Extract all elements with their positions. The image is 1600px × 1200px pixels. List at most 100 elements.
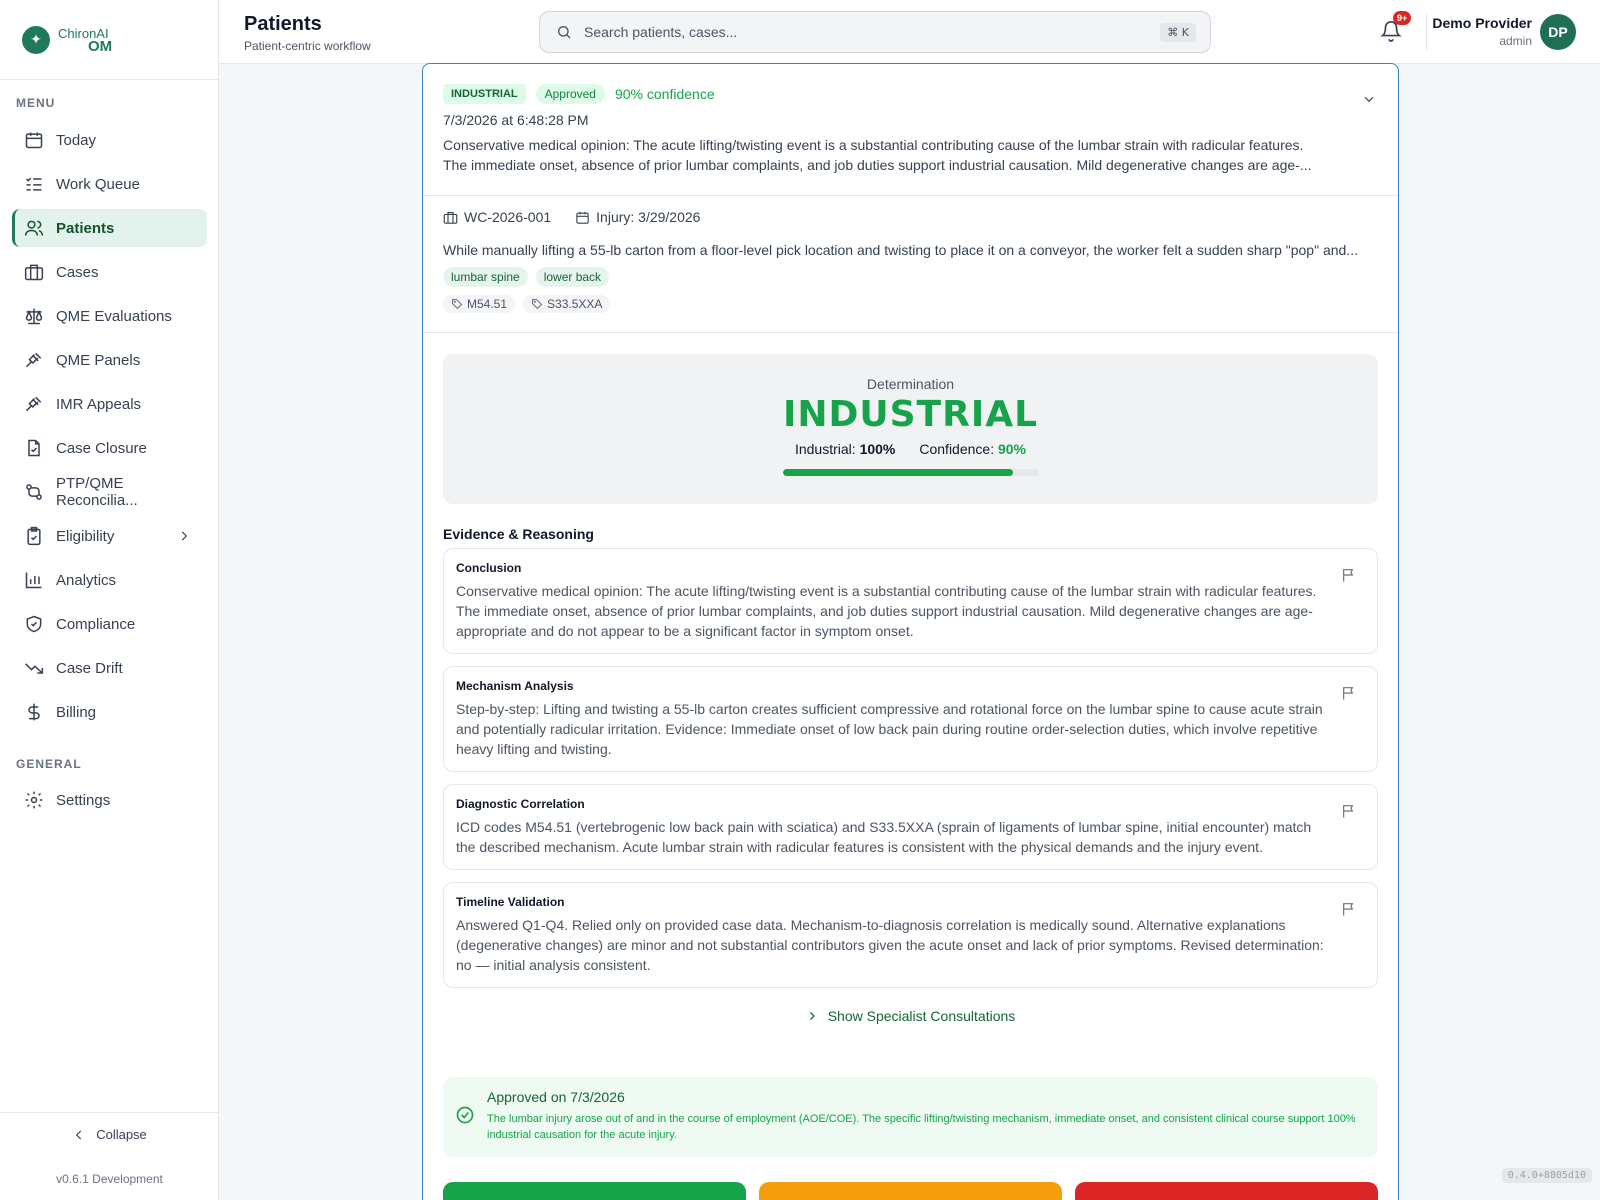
modify-button[interactable] xyxy=(759,1182,1062,1200)
specialist-label: Show Specialist Consultations xyxy=(827,1008,1016,1024)
sidebar-item-patients[interactable]: Patients xyxy=(12,209,207,247)
list-check-icon xyxy=(25,177,42,191)
sidebar-item-label: Compliance xyxy=(56,615,136,633)
confidence-label: Confidence: xyxy=(919,441,995,457)
trending-down-icon xyxy=(25,663,44,674)
topbar: Patients Patient-centric workflow ⌘ K 9+… xyxy=(219,0,1600,64)
sidebar-item-label: Settings xyxy=(56,791,111,809)
sidebar-item-label: Today xyxy=(56,131,97,149)
sidebar-item-label: Case Drift xyxy=(56,659,123,677)
case-meta: WC-2026-001 Injury: 3/29/2026 xyxy=(443,209,700,225)
tag-icon xyxy=(532,299,543,310)
sidebar-item-label: PTP/QME Reconcilia... xyxy=(56,475,138,509)
search-input[interactable] xyxy=(584,24,1161,40)
sidebar-item-qme-evaluations[interactable]: QME Evaluations xyxy=(12,297,207,335)
logo[interactable]: ✦ ChironAI OM xyxy=(0,0,218,80)
confidence-text: 90% confidence xyxy=(614,86,715,102)
chevron-right-icon xyxy=(809,1012,815,1020)
approve-button[interactable] xyxy=(443,1182,746,1200)
collapse-label: Collapse xyxy=(96,1127,147,1142)
evidence-card-conclusion: Conclusion Conservative medical opinion:… xyxy=(443,548,1378,654)
search-bar[interactable]: ⌘ K xyxy=(539,11,1211,53)
approval-title: Approved on 7/3/2026 xyxy=(487,1089,625,1105)
approval-banner: Approved on 7/3/2026 The lumbar injury a… xyxy=(443,1077,1378,1157)
sidebar-item-case-closure[interactable]: Case Closure xyxy=(12,429,207,467)
sidebar-item-billing[interactable]: Billing xyxy=(12,693,207,731)
user-role: admin xyxy=(1499,34,1532,48)
sidebar-item-imr-appeals[interactable]: IMR Appeals xyxy=(12,385,207,423)
evidence-card-diagnostic: Diagnostic Correlation ICD codes M54.51 … xyxy=(443,784,1378,870)
briefcase-icon xyxy=(24,264,44,281)
case-id[interactable]: WC-2026-001 xyxy=(464,209,551,225)
sidebar-item-work-queue[interactable]: Work Queue xyxy=(12,165,207,203)
check-circle-icon xyxy=(456,1106,474,1124)
sidebar-item-eligibility[interactable]: Eligibility xyxy=(12,517,207,555)
sidebar-item-qme-panels[interactable]: QME Panels xyxy=(12,341,207,379)
notification-badge: 9+ xyxy=(1393,11,1412,25)
briefcase-icon xyxy=(443,211,458,224)
chevron-down-icon[interactable] xyxy=(1362,92,1376,106)
sidebar-item-compliance[interactable]: Compliance xyxy=(12,605,207,643)
sidebar-item-case-drift[interactable]: Case Drift xyxy=(12,649,207,687)
file-check-icon xyxy=(28,439,40,457)
determination-card: INDUSTRIAL Approved 90% confidence 7/3/2… xyxy=(422,63,1399,1200)
flag-icon[interactable] xyxy=(1341,901,1357,917)
evidence-heading: Conclusion xyxy=(456,561,522,575)
summary-line-2: The immediate onset, absence of prior lu… xyxy=(443,157,1312,173)
evidence-card-timeline: Timeline Validation Answered Q1-Q4. Reli… xyxy=(443,882,1378,988)
icd-code-chip: M54.51 xyxy=(443,295,516,313)
sidebar-item-cases[interactable]: Cases xyxy=(12,253,207,291)
clipboard-check-icon xyxy=(27,526,41,546)
flag-icon[interactable] xyxy=(1341,685,1357,701)
avatar[interactable]: DP xyxy=(1540,14,1576,50)
sidebar-item-analytics[interactable]: Analytics xyxy=(12,561,207,599)
body-part-tag: lower back xyxy=(535,267,610,287)
calendar-icon xyxy=(25,132,43,149)
body-part-tags: lumbar spine lower back xyxy=(443,267,610,287)
icd-codes: M54.51 S33.5XXA xyxy=(443,295,611,313)
injury-date: Injury: 3/29/2026 xyxy=(596,209,701,225)
flag-icon[interactable] xyxy=(1341,567,1357,583)
divider xyxy=(423,332,1398,333)
type-badge: INDUSTRIAL xyxy=(443,84,526,104)
injury-description: While manually lifting a 55-lb carton fr… xyxy=(443,242,1358,258)
logo-icon: ✦ xyxy=(22,25,50,54)
sidebar-footer-divider xyxy=(0,1112,219,1113)
confidence-progress-fill xyxy=(782,469,1013,476)
collapse-button[interactable]: Collapse xyxy=(0,1127,219,1142)
determination-value: INDUSTRIAL xyxy=(782,394,1039,435)
gavel-icon xyxy=(25,352,42,368)
card-header-badges: INDUSTRIAL Approved 90% confidence xyxy=(443,84,715,104)
users-icon xyxy=(24,220,44,236)
general-section-title: GENERAL xyxy=(16,757,82,771)
sidebar-item-settings[interactable]: Settings xyxy=(12,781,207,819)
summary-line-1: Conservative medical opinion: The acute … xyxy=(443,137,1304,153)
confidence-value: 90% xyxy=(997,441,1027,457)
approval-text: The lumbar injury arose out of and in th… xyxy=(487,1113,1356,1141)
evidence-text: Conservative medical opinion: The acute … xyxy=(456,583,1317,639)
summary-text: Conservative medical opinion: The acute … xyxy=(443,135,1343,175)
sidebar-item-label: QME Evaluations xyxy=(56,307,172,325)
user-name[interactable]: Demo Provider xyxy=(1432,15,1532,31)
page-subtitle: Patient-centric workflow xyxy=(244,39,371,53)
tag-icon xyxy=(452,299,463,310)
show-specialist-consultations[interactable]: Show Specialist Consultations xyxy=(423,1008,1398,1024)
evidence-text: ICD codes M54.51 (vertebrogenic low back… xyxy=(456,819,1312,855)
sidebar-item-today[interactable]: Today xyxy=(12,121,207,159)
evidence-title: Evidence & Reasoning xyxy=(443,526,594,542)
sidebar-item-label: Cases xyxy=(56,263,99,281)
bar-chart-icon xyxy=(25,572,42,589)
sidebar-item-label: QME Panels xyxy=(56,351,141,369)
icd-code-label: S33.5XXA xyxy=(547,297,603,311)
flag-icon[interactable] xyxy=(1341,803,1357,819)
reject-button[interactable] xyxy=(1075,1182,1378,1200)
industrial-value: 100% xyxy=(859,441,896,457)
version-label: v0.6.1 Development xyxy=(56,1172,163,1186)
sidebar-item-ptp-qme[interactable]: PTP/QME Reconcilia... xyxy=(12,473,207,511)
evidence-card-mechanism: Mechanism Analysis Step-by-step: Lifting… xyxy=(443,666,1378,772)
dollar-icon xyxy=(28,703,40,721)
gavel-icon xyxy=(25,396,42,412)
determination-stats: Industrial: 100% Confidence: 90% xyxy=(443,441,1378,457)
evidence-heading: Diagnostic Correlation xyxy=(456,797,585,811)
page-title: Patients xyxy=(244,13,322,35)
